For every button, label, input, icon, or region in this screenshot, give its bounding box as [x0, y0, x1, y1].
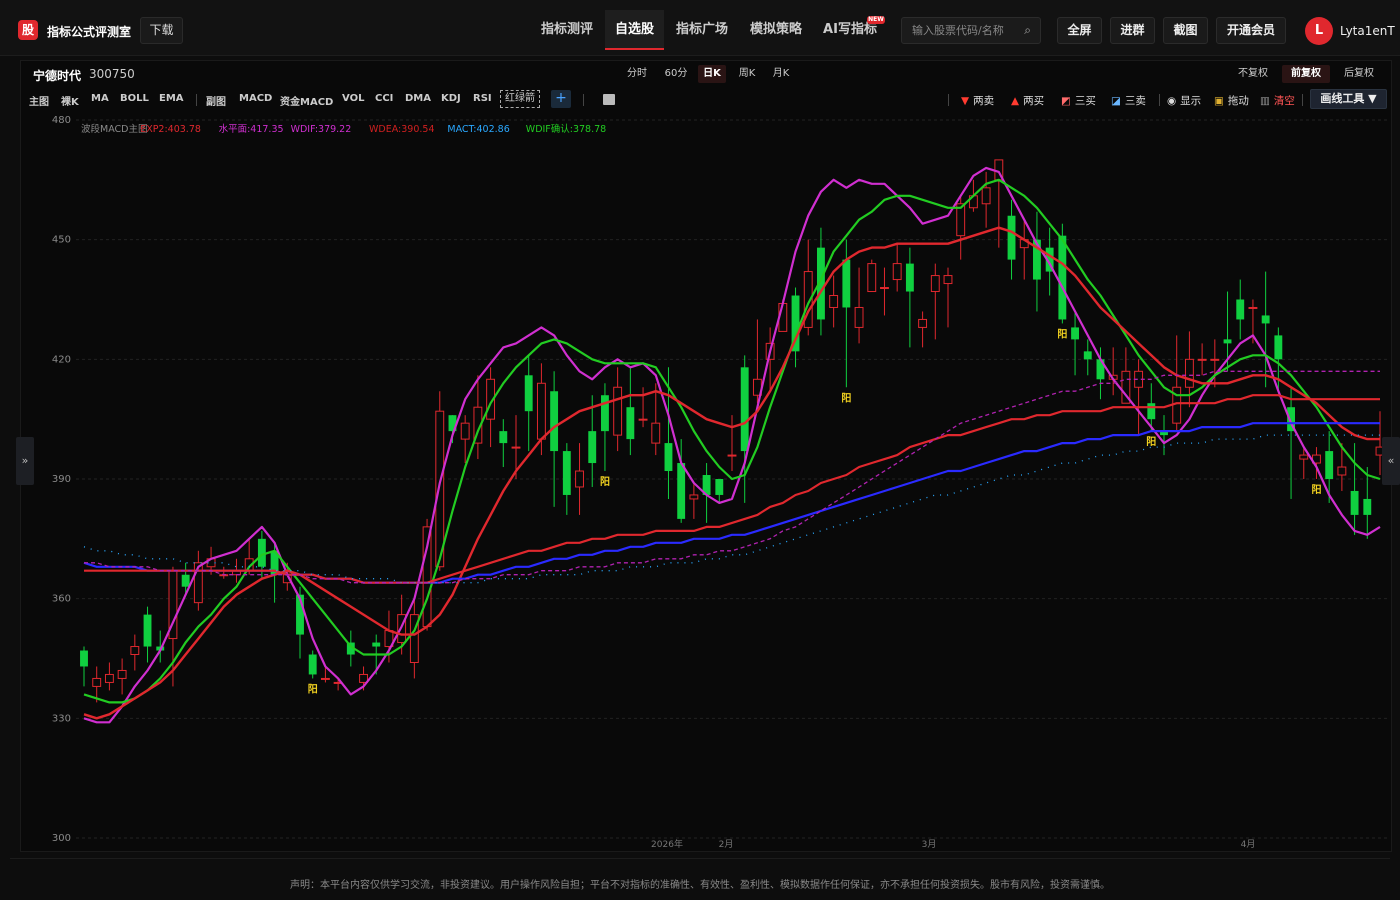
stock-name: 宁德时代	[33, 69, 82, 83]
expand-left-icon[interactable]: »	[16, 437, 34, 485]
app-logo: 股	[18, 20, 38, 40]
ind-macd[interactable]: MACD	[239, 93, 272, 104]
top-bar: 股 指标公式评测室 下载 指标测评 自选股 指标广场 模拟策略 AI写指标 NE…	[0, 0, 1400, 56]
ind-boll[interactable]: BOLL	[120, 93, 149, 104]
download-button[interactable]: 下载	[140, 17, 183, 44]
save-icon[interactable]	[603, 94, 615, 105]
adjust-backward[interactable]: 后复权	[1339, 65, 1379, 83]
tool-two-buy[interactable]: ▲ 两买	[1011, 93, 1044, 108]
collapse-right-icon[interactable]: «	[1382, 437, 1400, 485]
nav-sim-strategy[interactable]: 模拟策略	[742, 10, 810, 50]
buy-arrow-icon: ▲	[1011, 95, 1020, 107]
nav-watchlist[interactable]: 自选股	[605, 10, 664, 50]
membership-button[interactable]: 开通会员	[1216, 17, 1286, 44]
period-day[interactable]: 日K	[698, 65, 726, 83]
sell-arrow-icon: ▼	[961, 95, 970, 107]
search-placeholder: 输入股票代码/名称	[912, 24, 1004, 37]
ind-ema[interactable]: EMA	[159, 93, 184, 104]
tool-show[interactable]: ◉ 显示	[1167, 93, 1201, 108]
eye-icon: ◉	[1167, 95, 1177, 107]
period-tick[interactable]: 分时	[624, 65, 650, 83]
search-icon[interactable]: ⌕	[1024, 18, 1031, 43]
ind-cci[interactable]: CCI	[375, 93, 393, 104]
ind-red-green-arrow[interactable]: 红绿箭	[500, 90, 540, 108]
ind-sub[interactable]: 副图	[206, 93, 226, 108]
stock-code: 300750	[89, 67, 135, 81]
ind-fund-macd[interactable]: 资金MACD	[280, 93, 333, 108]
adjust-forward[interactable]: 前复权	[1282, 65, 1330, 83]
tool-two-sell[interactable]: ▼ 两卖	[961, 93, 994, 108]
ind-ma[interactable]: MA	[91, 93, 109, 104]
period-60min[interactable]: 60分	[660, 65, 692, 83]
ind-vol[interactable]: VOL	[342, 93, 364, 104]
app-title: 指标公式评测室	[47, 25, 132, 39]
three-sell-icon: ◪	[1111, 95, 1121, 107]
period-week[interactable]: 周K	[734, 65, 760, 83]
adjust-none[interactable]: 不复权	[1233, 65, 1273, 83]
ind-naked-k[interactable]: 裸K	[61, 93, 79, 108]
tool-clear[interactable]: ▥ 清空	[1260, 93, 1295, 108]
trash-icon: ▥	[1260, 95, 1270, 107]
disclaimer: 声明：本平台内容仅供学习交流，非投资建议。用户操作风险自担；平台不对指标的准确性…	[290, 880, 1110, 891]
search-input[interactable]: 输入股票代码/名称 ⌕	[901, 17, 1041, 44]
period-month[interactable]: 月K	[768, 65, 794, 83]
draw-tools-button[interactable]: 画线工具 ▼	[1310, 89, 1387, 109]
join-group-button[interactable]: 进群	[1110, 17, 1155, 44]
username[interactable]: Lyta1enT	[1340, 24, 1395, 38]
nav-indicator-test[interactable]: 指标测评	[533, 10, 601, 50]
nav-indicator-square[interactable]: 指标广场	[668, 10, 736, 50]
tool-drag[interactable]: ▣ 拖动	[1214, 93, 1249, 108]
divider	[1159, 94, 1160, 106]
add-indicator-button[interactable]: +	[551, 90, 571, 108]
avatar[interactable]: L	[1305, 17, 1333, 45]
ind-dma[interactable]: DMA	[405, 93, 431, 104]
divider	[1302, 94, 1303, 106]
three-buy-icon: ◩	[1061, 95, 1071, 107]
ind-kdj[interactable]: KDJ	[441, 93, 461, 104]
lock-icon: ▣	[1214, 95, 1224, 107]
new-badge: NEW	[867, 16, 885, 24]
divider	[948, 94, 949, 106]
tool-three-sell[interactable]: ◪ 三卖	[1111, 93, 1146, 108]
ind-main[interactable]: 主图	[29, 93, 49, 108]
divider	[10, 858, 1390, 859]
ind-rsi[interactable]: RSI	[473, 93, 492, 104]
divider	[196, 94, 197, 106]
chart-panel	[20, 60, 1392, 852]
divider	[583, 94, 584, 106]
fullscreen-button[interactable]: 全屏	[1057, 17, 1102, 44]
tool-three-buy[interactable]: ◩ 三买	[1061, 93, 1096, 108]
screenshot-button[interactable]: 截图	[1163, 17, 1208, 44]
